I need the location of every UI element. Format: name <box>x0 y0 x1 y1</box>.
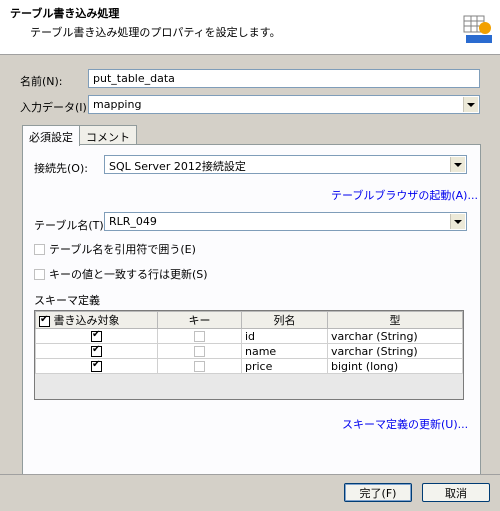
column-header-write-label: 書き込み対象 <box>53 314 120 327</box>
name-field[interactable]: put_table_data <box>88 69 480 88</box>
table-row[interactable]: price bigint (long) <box>35 358 463 374</box>
table-name-label: テーブル名(T): <box>34 219 108 232</box>
schema-update-link[interactable]: スキーマ定義の更新(U)... <box>342 416 468 432</box>
key-checkbox[interactable] <box>194 331 205 342</box>
schema-table: 書き込み対象 キー 列名 型 id varchar (String) name … <box>35 311 463 374</box>
key-checkbox[interactable] <box>194 346 205 357</box>
column-type-cell[interactable]: bigint (long) <box>327 358 463 374</box>
write-checkbox[interactable] <box>91 344 102 357</box>
schema-grid[interactable]: 書き込み対象 キー 列名 型 id varchar (String) name … <box>34 310 464 400</box>
input-data-label: 入力データ(I): <box>20 101 91 114</box>
quote-table-name-label: テーブル名を引用符で囲う(E) <box>49 243 196 256</box>
quote-table-name-checkbox[interactable] <box>34 243 45 255</box>
key-cell[interactable] <box>157 358 242 374</box>
column-type-cell[interactable]: varchar (String) <box>327 328 463 344</box>
update-matching-label: キーの値と一致する行は更新(S) <box>49 268 208 281</box>
connection-value: SQL Server 2012接続設定 <box>109 160 246 173</box>
tab-comment[interactable]: コメント <box>79 125 137 145</box>
name-label: 名前(N): <box>20 75 63 88</box>
column-header-write[interactable]: 書き込み対象 <box>35 311 158 329</box>
column-name-cell[interactable]: name <box>241 343 328 359</box>
dialog-header: テーブル書き込み処理 テーブル書き込み処理のプロパティを設定します。 <box>0 0 500 55</box>
chevron-down-icon[interactable] <box>450 214 465 229</box>
select-all-checkbox[interactable] <box>39 314 50 327</box>
table-row[interactable]: id varchar (String) <box>35 328 463 344</box>
table-name-select[interactable]: RLR_049 <box>104 212 467 231</box>
tab-required[interactable]: 必須設定 <box>22 125 80 146</box>
footer-divider <box>0 474 500 475</box>
connection-select[interactable]: SQL Server 2012接続設定 <box>104 155 467 174</box>
column-header-type[interactable]: 型 <box>327 311 463 329</box>
schema-label: スキーマ定義 <box>34 294 100 307</box>
table-name-value: RLR_049 <box>109 215 157 228</box>
input-data-value: mapping <box>93 98 142 111</box>
key-checkbox[interactable] <box>194 361 205 372</box>
chevron-down-icon[interactable] <box>450 157 465 172</box>
update-matching-option[interactable]: キーの値と一致する行は更新(S) <box>34 266 208 282</box>
write-checkbox[interactable] <box>91 329 102 342</box>
chevron-down-icon[interactable] <box>463 97 478 112</box>
cancel-button[interactable]: 取消 <box>422 483 490 502</box>
table-row[interactable]: name varchar (String) <box>35 343 463 359</box>
table-write-icon <box>463 15 492 43</box>
write-cell[interactable] <box>35 358 158 374</box>
write-cell[interactable] <box>35 328 158 344</box>
finish-button[interactable]: 完了(F) <box>344 483 412 502</box>
write-checkbox[interactable] <box>91 359 102 372</box>
column-name-cell[interactable]: id <box>241 328 328 344</box>
dialog-description: テーブル書き込み処理のプロパティを設定します。 <box>30 26 281 39</box>
key-cell[interactable] <box>157 343 242 359</box>
update-matching-checkbox[interactable] <box>34 268 45 280</box>
column-type-cell[interactable]: varchar (String) <box>327 343 463 359</box>
dialog-title: テーブル書き込み処理 <box>10 7 120 20</box>
quote-table-name-option[interactable]: テーブル名を引用符で囲う(E) <box>34 241 196 257</box>
write-cell[interactable] <box>35 343 158 359</box>
key-cell[interactable] <box>157 328 242 344</box>
input-data-select[interactable]: mapping <box>88 95 480 114</box>
connection-label: 接続先(O): <box>34 162 88 175</box>
column-header-key[interactable]: キー <box>157 311 242 329</box>
table-browser-link[interactable]: テーブルブラウザの起動(A)... <box>331 187 478 203</box>
column-name-cell[interactable]: price <box>241 358 328 374</box>
column-header-name[interactable]: 列名 <box>241 311 328 329</box>
